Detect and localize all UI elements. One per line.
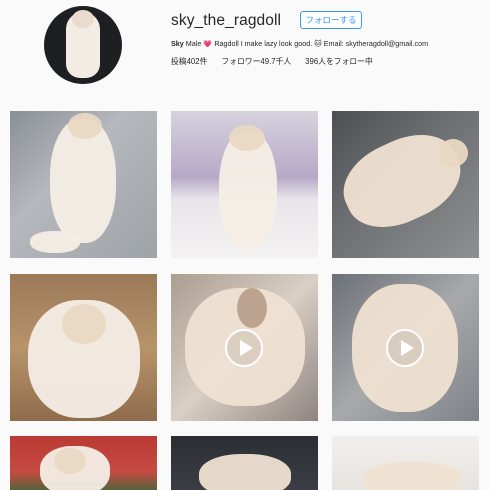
post-tile[interactable] bbox=[10, 436, 157, 490]
cat-face bbox=[54, 448, 86, 474]
post-tile[interactable] bbox=[10, 111, 157, 258]
profile-header: sky_the_ragdoll フォローする Sky Male 💗 Ragdol… bbox=[0, 0, 490, 100]
profile-username: sky_the_ragdoll bbox=[171, 12, 282, 29]
posts-count: 投稿402件 bbox=[171, 57, 208, 66]
bio-text: Male 💗 Ragdoll I make lazy look good. 🐱 … bbox=[185, 39, 429, 48]
cat-face bbox=[229, 125, 265, 151]
cat-face bbox=[68, 113, 102, 139]
cat-image bbox=[199, 454, 291, 490]
post-tile[interactable] bbox=[332, 274, 479, 421]
cat-tail bbox=[30, 231, 80, 253]
avatar[interactable] bbox=[44, 6, 122, 84]
post-tile[interactable] bbox=[332, 111, 479, 258]
post-tile[interactable] bbox=[171, 436, 318, 490]
post-tile[interactable] bbox=[171, 111, 318, 258]
following-count[interactable]: 396人をフォロー中 bbox=[305, 56, 373, 67]
bio-name: Sky bbox=[171, 39, 184, 48]
play-icon[interactable] bbox=[225, 329, 263, 367]
avatar-cat-head bbox=[72, 10, 94, 28]
post-tile[interactable] bbox=[171, 274, 318, 421]
cat-face bbox=[237, 288, 267, 328]
post-tile[interactable] bbox=[10, 274, 157, 421]
post-tile[interactable] bbox=[332, 436, 479, 490]
followers-count[interactable]: フォロワー49.7千人 bbox=[221, 56, 291, 67]
cat-image bbox=[332, 119, 474, 243]
cat-face bbox=[438, 139, 468, 167]
play-icon[interactable] bbox=[386, 329, 424, 367]
profile-stats: 投稿402件 フォロワー49.7千人 396人をフォロー中 bbox=[171, 56, 373, 67]
cat-face bbox=[62, 304, 106, 344]
cat-image bbox=[362, 462, 462, 490]
follow-button[interactable]: フォローする bbox=[300, 11, 362, 29]
profile-bio: Sky Male 💗 Ragdoll I make lazy look good… bbox=[171, 39, 428, 48]
